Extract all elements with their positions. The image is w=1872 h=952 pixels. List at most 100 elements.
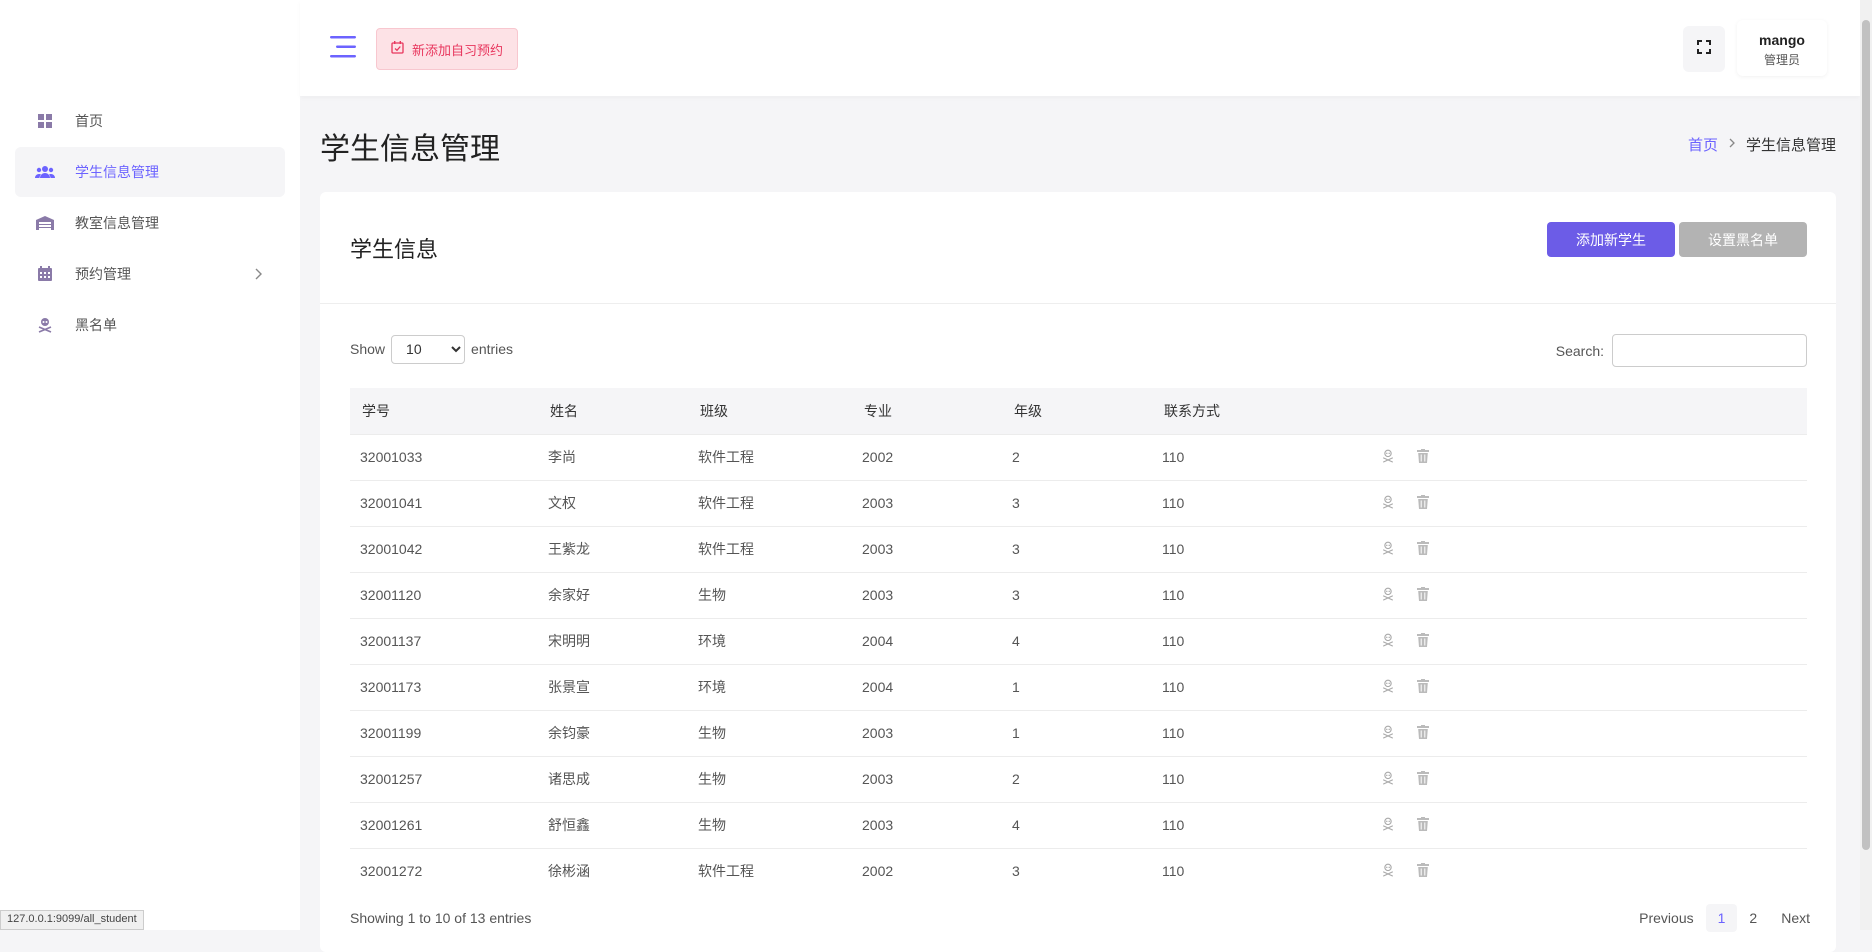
user-role: 管理员 [1737, 51, 1827, 68]
breadcrumb-current: 学生信息管理 [1746, 134, 1836, 155]
blacklist-skull-icon[interactable] [1381, 679, 1395, 696]
blacklist-skull-icon[interactable] [1381, 587, 1395, 604]
table-row: 32001272徐彬涵软件工程20023110 [350, 848, 1807, 894]
add-student-button[interactable]: 添加新学生 [1547, 222, 1675, 257]
table-row: 32001120余家好生物20033110 [350, 572, 1807, 618]
page-size-select[interactable]: 10 [391, 335, 465, 364]
delete-trash-icon[interactable] [1417, 541, 1429, 558]
blacklist-skull-icon[interactable] [1381, 449, 1395, 466]
delete-trash-icon[interactable] [1417, 725, 1429, 742]
delete-trash-icon[interactable] [1417, 449, 1429, 466]
table-cell: 32001033 [350, 434, 538, 480]
sidebar-item-students[interactable]: 学生信息管理 [15, 147, 285, 197]
blacklist-skull-icon[interactable] [1381, 725, 1395, 742]
table-cell: 1 [1002, 664, 1152, 710]
column-header[interactable]: 班级 [688, 388, 852, 434]
table-cell: 2003 [852, 480, 1002, 526]
table-cell: 2 [1002, 434, 1152, 480]
column-header[interactable]: 姓名 [538, 388, 688, 434]
column-header[interactable]: 联系方式 [1152, 388, 1359, 434]
row-actions [1359, 480, 1807, 526]
blacklist-skull-icon[interactable] [1381, 863, 1395, 880]
row-actions [1359, 710, 1807, 756]
fullscreen-button[interactable] [1683, 26, 1725, 72]
table-cell: 2003 [852, 756, 1002, 802]
table-row: 32001137宋明明环境20044110 [350, 618, 1807, 664]
set-blacklist-button[interactable]: 设置黑名单 [1679, 222, 1807, 257]
row-actions [1359, 848, 1807, 894]
table-cell: 32001261 [350, 802, 538, 848]
delete-trash-icon[interactable] [1417, 863, 1429, 880]
pagination-next[interactable]: Next [1769, 904, 1822, 932]
pagination-previous[interactable]: Previous [1627, 904, 1705, 932]
sidebar-item-label: 教室信息管理 [75, 213, 265, 233]
row-actions [1359, 802, 1807, 848]
pagination-page[interactable]: 1 [1706, 904, 1738, 932]
column-header[interactable]: 学号 [350, 388, 538, 434]
delete-trash-icon[interactable] [1417, 679, 1429, 696]
pagination-page[interactable]: 2 [1737, 904, 1769, 932]
table-cell: 2004 [852, 664, 1002, 710]
table-row: 32001033李尚软件工程20022110 [350, 434, 1807, 480]
sidebar-item-label: 首页 [75, 111, 265, 131]
column-header[interactable]: 专业 [852, 388, 1002, 434]
column-header-actions [1359, 388, 1807, 434]
table-row: 32001257诸思成生物20032110 [350, 756, 1807, 802]
table-cell: 李尚 [538, 434, 688, 480]
row-actions-group [1369, 495, 1807, 512]
card-title: 学生信息 [350, 232, 438, 264]
table-cell: 110 [1152, 848, 1359, 894]
fullscreen-icon [1697, 40, 1711, 59]
breadcrumb-home-link[interactable]: 首页 [1688, 134, 1718, 155]
row-actions [1359, 664, 1807, 710]
sidebar-item-classrooms[interactable]: 教室信息管理 [15, 198, 285, 248]
menu-toggle-icon[interactable] [330, 36, 358, 58]
table-cell: 32001272 [350, 848, 538, 894]
delete-trash-icon[interactable] [1417, 633, 1429, 650]
page-scrollbar[interactable] [1860, 0, 1872, 930]
blacklist-skull-icon[interactable] [1381, 633, 1395, 650]
warehouse-icon [35, 215, 55, 231]
row-actions-group [1369, 725, 1807, 742]
table-cell: 生物 [688, 756, 852, 802]
blacklist-skull-icon[interactable] [1381, 771, 1395, 788]
delete-trash-icon[interactable] [1417, 587, 1429, 604]
blacklist-skull-icon[interactable] [1381, 541, 1395, 558]
table-cell: 32001042 [350, 526, 538, 572]
table-header-row: 学号 姓名 班级 专业 年级 联系方式 [350, 388, 1807, 434]
sidebar-item-home[interactable]: 首页 [15, 96, 285, 146]
row-actions-group [1369, 863, 1807, 880]
sidebar-item-booking[interactable]: 预约管理 [15, 249, 285, 299]
scrollbar-thumb[interactable] [1862, 20, 1870, 850]
column-header[interactable]: 年级 [1002, 388, 1152, 434]
delete-trash-icon[interactable] [1417, 817, 1429, 834]
calendar-check-icon [391, 41, 404, 57]
chevron-right-icon [1728, 136, 1736, 153]
search-input[interactable] [1612, 334, 1807, 367]
table-cell: 余钧豪 [538, 710, 688, 756]
new-booking-button[interactable]: 新添加自习预约 [376, 28, 518, 70]
sidebar-item-blacklist[interactable]: 黑名单 [15, 300, 285, 350]
table-cell: 2 [1002, 756, 1152, 802]
row-actions-group [1369, 679, 1807, 696]
sidebar-nav: 首页 学生信息管理 教室信息管理 预约管理 [0, 96, 300, 350]
delete-trash-icon[interactable] [1417, 771, 1429, 788]
table-cell: 2003 [852, 572, 1002, 618]
table-cell: 110 [1152, 802, 1359, 848]
table-cell: 110 [1152, 434, 1359, 480]
blacklist-skull-icon[interactable] [1381, 817, 1395, 834]
row-actions-group [1369, 587, 1807, 604]
users-icon [35, 164, 55, 180]
table-cell: 110 [1152, 572, 1359, 618]
delete-trash-icon[interactable] [1417, 495, 1429, 512]
page-size-control: Show 10 entries [350, 334, 513, 364]
blacklist-skull-icon[interactable] [1381, 495, 1395, 512]
row-actions [1359, 526, 1807, 572]
table-cell: 诸思成 [538, 756, 688, 802]
user-menu[interactable]: mango 管理员 [1737, 20, 1827, 76]
student-table: 学号 姓名 班级 专业 年级 联系方式 32001033李尚软件工程200221… [350, 388, 1807, 894]
table-cell: 2003 [852, 526, 1002, 572]
row-actions-group [1369, 449, 1807, 466]
row-actions-group [1369, 633, 1807, 650]
table-cell: 软件工程 [688, 480, 852, 526]
